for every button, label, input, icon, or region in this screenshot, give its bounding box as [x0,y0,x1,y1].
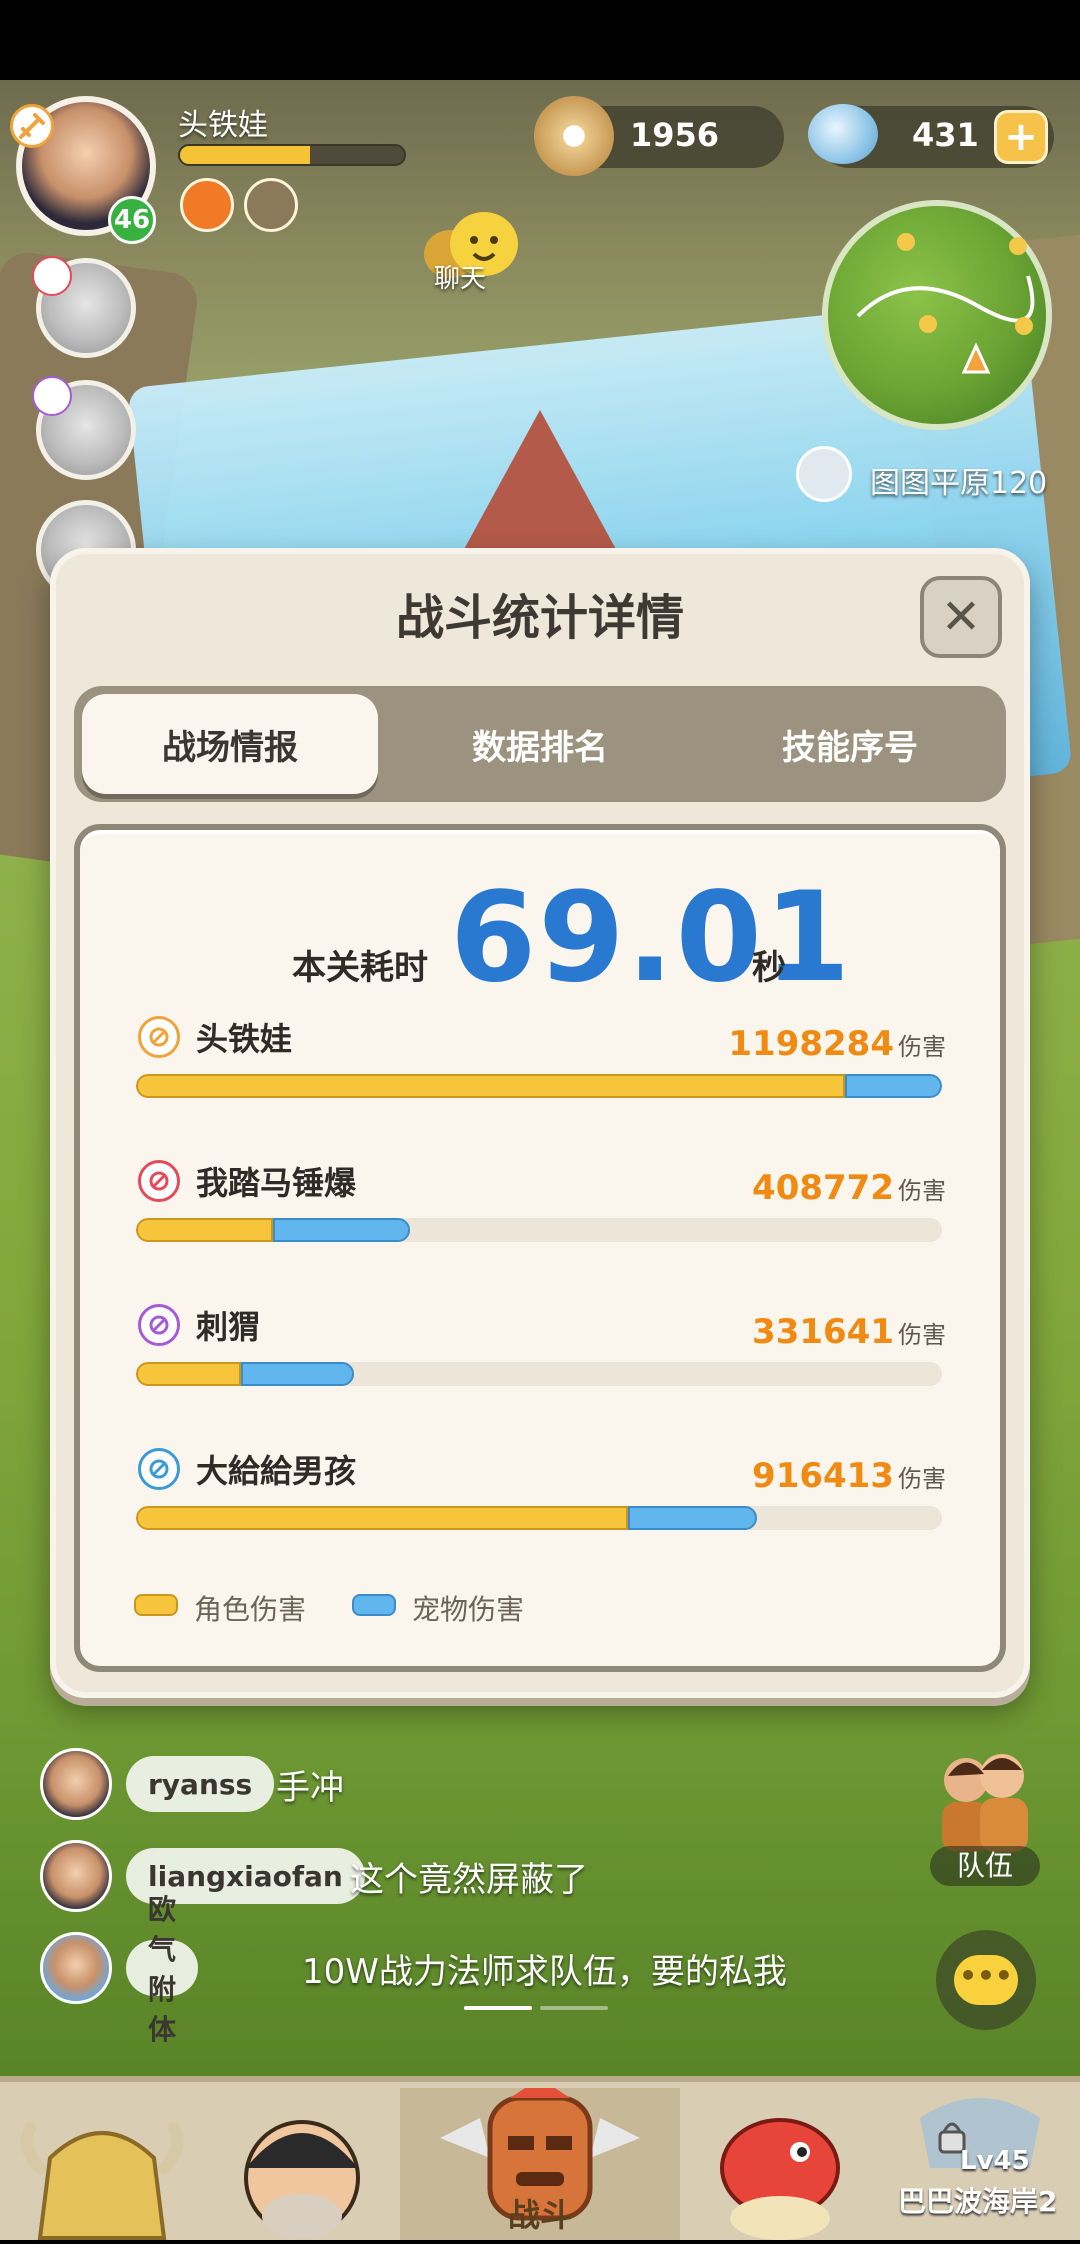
pet-damage-fill [241,1362,354,1386]
player-name: 头铁娃 [178,108,268,143]
chat-username[interactable]: 欧气附体 [126,1893,199,2046]
sword-class-icon [10,104,54,148]
map-location-name: 图图平原120 [870,466,1048,501]
spiral-class-icon [32,376,72,416]
page-indicator-active [464,2006,532,2010]
team-label: 队伍 [930,1846,1040,1886]
minimap[interactable] [822,200,1052,430]
damage-readout: 916413 伤害 [752,1456,946,1496]
damage-value: 1198284 [728,1024,894,1064]
spiral-class-icon [138,1304,180,1346]
buff-axe-icon[interactable] [244,178,298,232]
tab-skill-order[interactable]: 技能序号 [702,694,998,794]
crystal-icon [808,104,878,164]
locked-level: Lv45 [960,2146,1030,2176]
close-icon: ✕ [940,589,982,645]
plus-icon: + [1004,114,1038,160]
legend-pet-label: 宠物伤害 [412,1593,525,1626]
nav-character[interactable] [0,2088,204,2240]
buff-flower-icon[interactable] [180,178,234,232]
legend-role-label: 角色伤害 [194,1593,307,1626]
chat-label: 聊天 [434,264,487,294]
chat-avatar[interactable] [40,1932,112,2004]
player-name: 头铁娃 [196,1020,293,1058]
damage-bar [136,1218,942,1242]
damage-value: 916413 [752,1456,894,1496]
close-button[interactable]: ✕ [920,576,1002,658]
chat-avatar[interactable] [40,1748,112,1820]
pet-damage-fill [845,1074,942,1098]
nav-pets[interactable] [204,2088,400,2240]
damage-unit: 伤害 [898,1033,946,1061]
time-label: 本关耗时 [292,948,428,988]
player-name: 大給給男孩 [196,1452,357,1490]
page-indicator [540,2006,608,2010]
pet-damage-fill [273,1218,410,1242]
chat-text: 这个竟然屏蔽了 [350,1860,588,1900]
chat-input-button[interactable]: ••• [936,1930,1036,2030]
role-damage-fill [136,1218,273,1242]
damage-readout: 331641 伤害 [752,1312,946,1352]
hammer-class-icon [138,1160,180,1202]
nav-battle-label: 战斗 [507,2196,572,2234]
chat-username[interactable]: ryanss [126,1756,275,1812]
dinosaur-icon [720,2118,840,2240]
tab-data-ranking[interactable]: 数据排名 [392,694,688,794]
pet-character-icon [244,2120,360,2238]
map-route-icon [856,233,1035,374]
xp-bar [178,144,406,166]
xp-fill [180,146,310,164]
time-unit: 秒 [752,948,786,988]
chat-dots-icon: ••• [954,1955,1018,2005]
role-damage-fill [136,1362,241,1386]
locked-area-name: 巴巴波海岸2 [898,2185,1058,2218]
status-bar [0,0,1080,80]
hammer-class-icon [32,256,72,296]
caveman-hat-icon [20,2122,184,2240]
damage-bar [136,1506,942,1530]
damage-readout: 408772 伤害 [752,1168,946,1208]
pearl-shell-icon [534,96,614,176]
role-damage-fill [136,1506,628,1530]
damage-unit: 伤害 [898,1321,946,1349]
damage-bar [136,1074,942,1098]
chat-text: 10W战力法师求队伍，要的私我 [302,1952,787,1992]
damage-value: 331641 [752,1312,894,1352]
location-gem-icon [796,446,852,502]
player-name: 刺猬 [196,1308,261,1346]
damage-readout: 1198284 伤害 [728,1024,946,1064]
damage-value: 408772 [752,1168,894,1208]
player-name: 我踏马锤爆 [196,1164,357,1202]
time-value: 69.01 [450,866,853,1010]
chat-text: 手冲 [276,1768,344,1808]
nav-dino[interactable] [680,2088,880,2240]
chat-avatar[interactable] [40,1840,112,1912]
legend-pet-swatch [352,1594,396,1616]
shell-count: 1956 [630,116,720,154]
dialog-title: 战斗统计详情 [395,590,684,646]
damage-unit: 伤害 [898,1465,946,1493]
player-level-badge: 46 [108,196,156,244]
sword-class-icon [138,1016,180,1058]
role-damage-fill [136,1074,845,1098]
legend-role-swatch [134,1594,178,1616]
crystal-count: 431 [912,116,979,154]
pet-damage-fill [628,1506,757,1530]
damage-bar [136,1362,942,1386]
tab-battlefield-intel[interactable]: 战场情报 [82,694,378,794]
wand-class-icon [138,1448,180,1490]
damage-unit: 伤害 [898,1177,946,1205]
add-currency-button[interactable]: + [994,110,1048,164]
